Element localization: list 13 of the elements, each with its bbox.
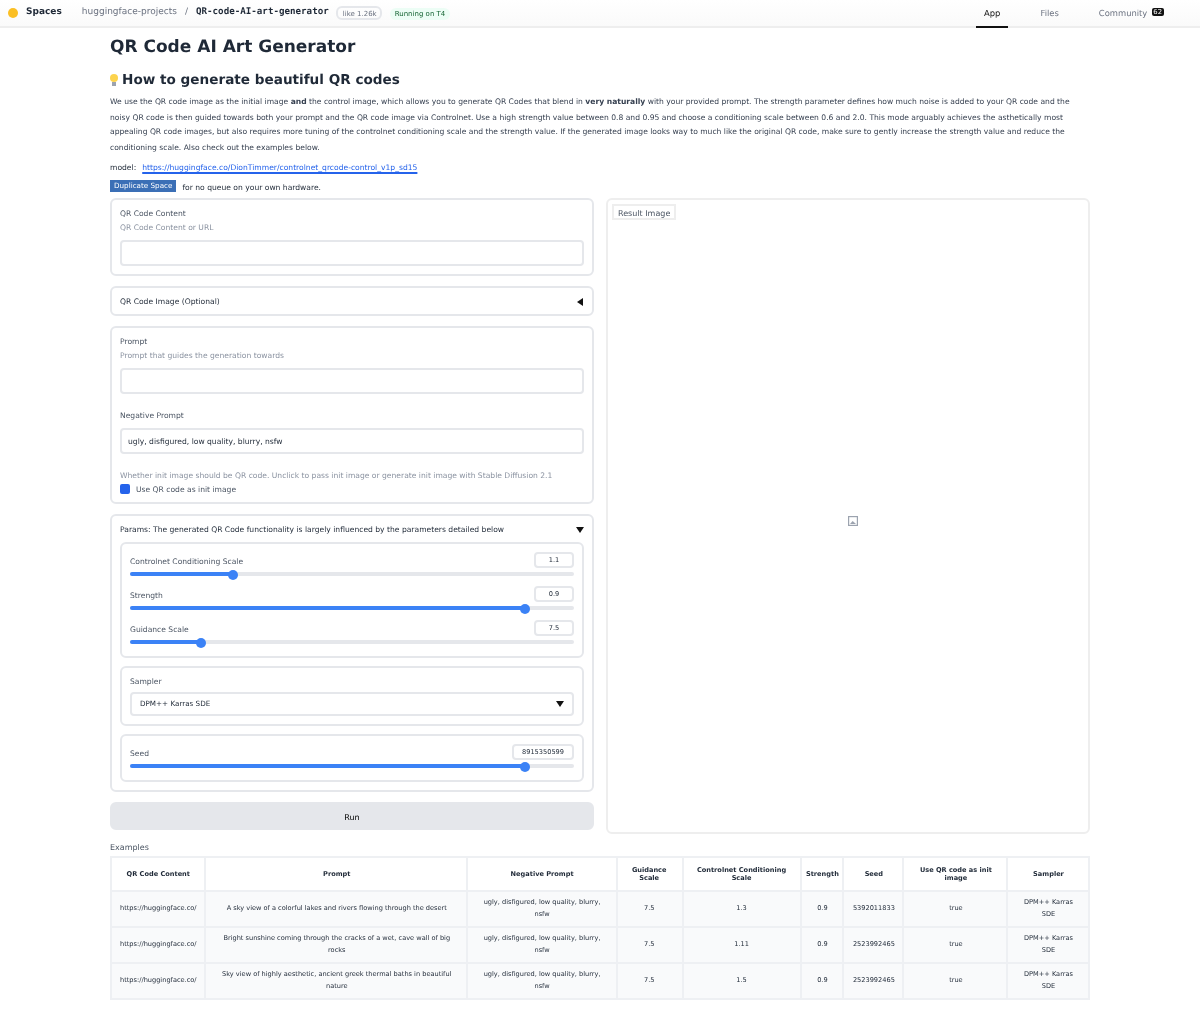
slider-thumb[interactable] xyxy=(227,569,238,580)
prompt-field[interactable] xyxy=(120,368,584,395)
slider-thumb[interactable] xyxy=(520,761,531,772)
caret-down-icon xyxy=(556,700,564,709)
slider-thumb[interactable] xyxy=(520,603,531,614)
slider-thumb[interactable] xyxy=(196,637,207,648)
caret-left-icon xyxy=(576,297,584,306)
checkbox[interactable] xyxy=(120,484,130,495)
caret-down-icon xyxy=(576,525,584,534)
lightbulb-icon xyxy=(110,74,118,86)
qr-content-field[interactable] xyxy=(120,240,584,267)
image-icon xyxy=(848,516,858,527)
page-title: QR Code AI Art Generator xyxy=(110,38,358,58)
